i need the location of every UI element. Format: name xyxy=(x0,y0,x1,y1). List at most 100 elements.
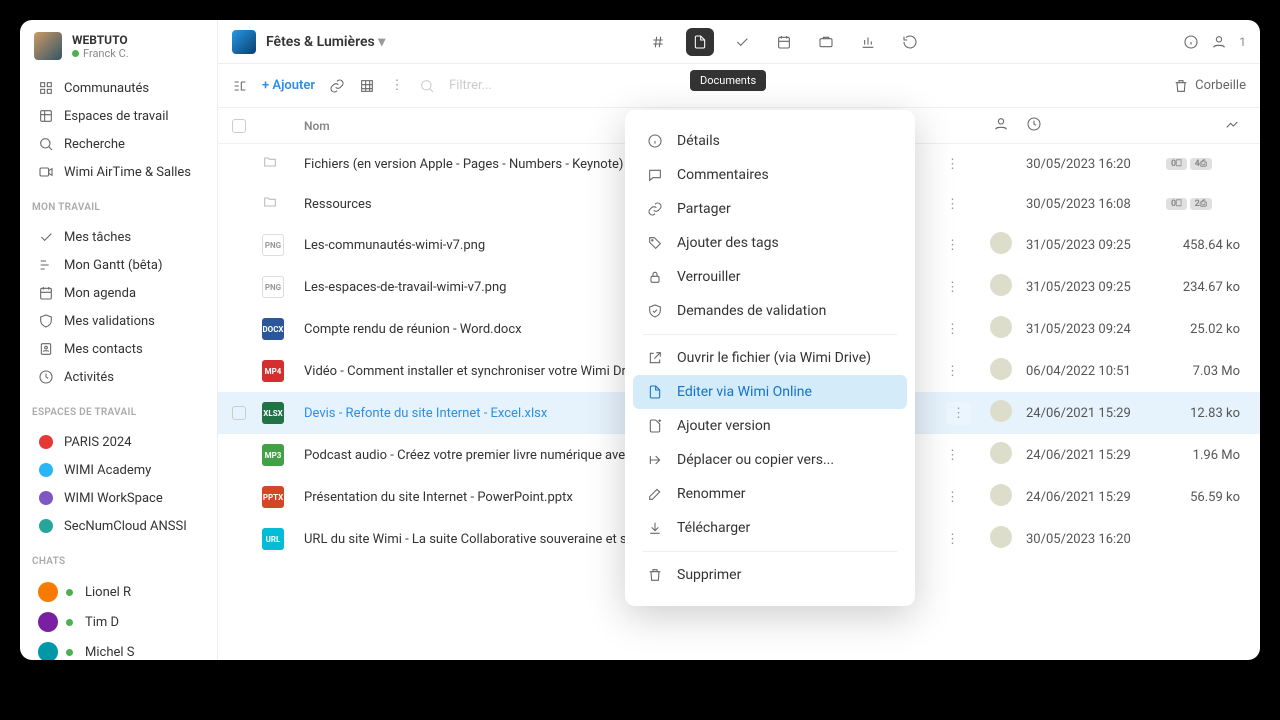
tab-meetings[interactable] xyxy=(812,28,840,56)
file-size: 0⎕4⎙ xyxy=(1166,158,1246,170)
menu-commentaires[interactable]: Commentaires xyxy=(633,158,907,192)
select-all-checkbox[interactable] xyxy=(232,119,246,133)
menu-editer-via-wimi-online[interactable]: Editer via Wimi Online xyxy=(633,375,907,409)
chat-item[interactable]: Lionel R xyxy=(28,577,209,607)
row-more-icon[interactable]: ⋮ xyxy=(946,157,959,172)
info-icon[interactable] xyxy=(1183,34,1199,50)
topbar: Fêtes & Lumières ▾ 1 xyxy=(218,20,1260,64)
nav-item-activit-s[interactable]: Activités xyxy=(28,363,209,391)
menu-verrouiller[interactable]: Verrouiller xyxy=(633,260,907,294)
tab-documents[interactable] xyxy=(686,28,714,56)
tab-activity[interactable] xyxy=(896,28,924,56)
nav-item-espaces-de-travail[interactable]: Espaces de travail xyxy=(28,102,209,130)
tab-tasks[interactable] xyxy=(728,28,756,56)
row-more-icon[interactable]: ⋮ xyxy=(946,364,959,379)
menu-d-placer-ou-copier-vers-[interactable]: Déplacer ou copier vers... xyxy=(633,443,907,477)
search-icon xyxy=(38,136,54,152)
clock-icon xyxy=(38,369,54,385)
file-type-icon: URL xyxy=(262,528,298,550)
tab-calendar[interactable] xyxy=(770,28,798,56)
file-date: 31/05/2023 09:24 xyxy=(1026,322,1166,337)
user-avatar xyxy=(990,526,1012,548)
row-checkbox[interactable] xyxy=(232,406,246,420)
info-icon xyxy=(647,133,663,149)
date-column-icon[interactable] xyxy=(1026,116,1042,132)
file-type-icon: MP4 xyxy=(262,360,298,382)
gantt-icon xyxy=(38,257,54,273)
grid-view-icon[interactable] xyxy=(359,78,375,94)
user-line: Franck C. xyxy=(72,47,129,60)
members-icon[interactable] xyxy=(1211,34,1227,50)
lock-icon xyxy=(647,269,663,285)
more-icon[interactable]: ⋮ xyxy=(389,78,405,94)
menu-demandes-de-validation[interactable]: Demandes de validation xyxy=(633,294,907,328)
row-more-icon[interactable]: ⋮ xyxy=(946,402,971,425)
nav-item-mes-t-ches[interactable]: Mes tâches xyxy=(28,223,209,251)
row-more-icon[interactable]: ⋮ xyxy=(946,238,959,253)
org-avatar[interactable] xyxy=(34,32,62,60)
context-menu: DétailsCommentairesPartagerAjouter des t… xyxy=(625,110,915,606)
space-item[interactable]: WIMI Academy xyxy=(28,456,209,484)
heading-chats: CHATS xyxy=(20,546,217,571)
file-date: 30/05/2023 16:20 xyxy=(1026,532,1166,547)
file-date: 31/05/2023 09:25 xyxy=(1026,280,1166,295)
move-icon xyxy=(647,452,663,468)
space-item[interactable]: WIMI WorkSpace xyxy=(28,484,209,512)
file-size: 234.67 ko xyxy=(1166,280,1246,295)
menu-t-l-charger[interactable]: Télécharger xyxy=(633,511,907,545)
row-more-icon[interactable]: ⋮ xyxy=(946,280,959,295)
filter-input[interactable]: Filtrer... xyxy=(449,78,1159,93)
nav-item-mes-contacts[interactable]: Mes contacts xyxy=(28,335,209,363)
file-date: 24/06/2021 15:29 xyxy=(1026,490,1166,505)
file-type-icon xyxy=(262,194,298,214)
tab-reports[interactable] xyxy=(854,28,882,56)
menu-ajouter-des-tags[interactable]: Ajouter des tags xyxy=(633,226,907,260)
file-size: 12.83 ko xyxy=(1166,406,1246,421)
add-button[interactable]: + Ajouter xyxy=(262,78,315,93)
menu-supprimer[interactable]: Supprimer xyxy=(633,558,907,592)
menu-partager[interactable]: Partager xyxy=(633,192,907,226)
heading-spaces: ESPACES DE TRAVAIL xyxy=(20,397,217,422)
menu-d-tails[interactable]: Détails xyxy=(633,124,907,158)
user-avatar xyxy=(990,358,1012,380)
file-size: 7.03 Mo xyxy=(1166,364,1246,379)
project-thumb[interactable] xyxy=(232,30,256,54)
trash-link[interactable]: Corbeille xyxy=(1173,78,1246,94)
menu-ouvrir-le-fichier-via-wimi-drive-[interactable]: Ouvrir le fichier (via Wimi Drive) xyxy=(633,341,907,375)
project-name[interactable]: Fêtes & Lumières ▾ xyxy=(266,34,385,50)
file-size: 25.02 ko xyxy=(1166,322,1246,337)
nav-item-wimi-airtime-salles[interactable]: Wimi AirTime & Salles xyxy=(28,158,209,186)
chat-item[interactable]: Michel S xyxy=(28,637,209,660)
menu-renommer[interactable]: Renommer xyxy=(633,477,907,511)
nav-item-mon-agenda[interactable]: Mon agenda xyxy=(28,279,209,307)
nav-item-mes-validations[interactable]: Mes validations xyxy=(28,307,209,335)
module-tabs xyxy=(395,28,1173,56)
menu-ajouter-version[interactable]: Ajouter version xyxy=(633,409,907,443)
space-item[interactable]: PARIS 2024 xyxy=(28,428,209,456)
video-icon xyxy=(38,164,54,180)
file-size: 1.96 Mo xyxy=(1166,448,1246,463)
file-date: 24/06/2021 15:29 xyxy=(1026,448,1166,463)
size-column-icon[interactable] xyxy=(1224,116,1240,132)
link-icon xyxy=(647,201,663,217)
row-more-icon[interactable]: ⋮ xyxy=(946,448,959,463)
row-more-icon[interactable]: ⋮ xyxy=(946,490,959,505)
file-type-icon: PNG xyxy=(262,276,298,298)
calendar-icon xyxy=(38,285,54,301)
file-size: 458.64 ko xyxy=(1166,238,1246,253)
space-item[interactable]: SecNumCloud ANSSI xyxy=(28,512,209,540)
chat-item[interactable]: Tim D xyxy=(28,607,209,637)
nav-item-communaut-s[interactable]: Communautés xyxy=(28,74,209,102)
nav-item-mon-gantt-b-ta-[interactable]: Mon Gantt (bêta) xyxy=(28,251,209,279)
link-tool-icon[interactable] xyxy=(329,78,345,94)
members-count: 1 xyxy=(1239,35,1246,49)
user-column-icon[interactable] xyxy=(993,116,1009,132)
tab-channels[interactable] xyxy=(644,28,672,56)
row-more-icon[interactable]: ⋮ xyxy=(946,197,959,212)
row-more-icon[interactable]: ⋮ xyxy=(946,322,959,337)
sidebar-header: WEBTUTO Franck C. xyxy=(20,20,217,68)
squares-icon xyxy=(38,108,54,124)
row-more-icon[interactable]: ⋮ xyxy=(946,532,959,547)
tree-icon[interactable] xyxy=(232,78,248,94)
nav-item-recherche[interactable]: Recherche xyxy=(28,130,209,158)
